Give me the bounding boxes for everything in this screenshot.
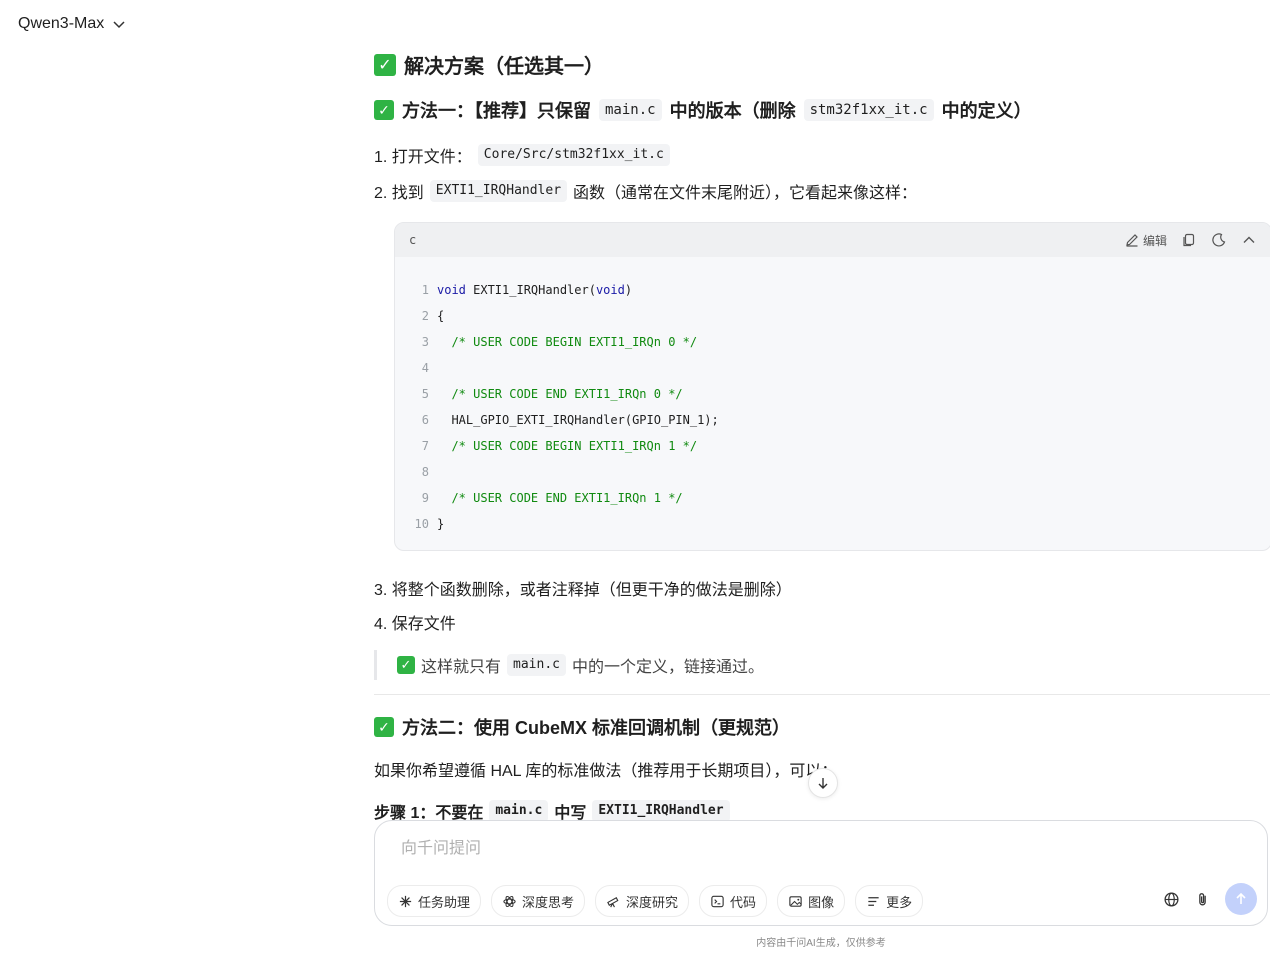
code-line: 3 /* USER CODE BEGIN EXTI1_IRQn 0 */ [421, 335, 698, 349]
check-icon: ✓ [397, 656, 415, 674]
code-line: 9 /* USER CODE END EXTI1_IRQn 1 */ [421, 491, 683, 505]
inline-code: main.c [489, 800, 549, 820]
image-mode-button[interactable]: 图像 [777, 885, 846, 917]
attachment-icon[interactable] [1194, 891, 1211, 908]
solutions-heading: ✓ 解决方案（任选其一） [374, 50, 604, 79]
model-name: Qwen3-Max [18, 15, 105, 32]
method2-heading: ✓ 方法二：使用 CubeMX 标准回调机制（更规范） [374, 714, 790, 740]
input-right-tools [1163, 883, 1257, 915]
step-3: 3. 将整个函数删除，或者注释掉（但更干净的做法是删除） [374, 582, 792, 599]
chat-input-box: 任务助理 深度思考 深度研究 代码 图像 更多 [374, 820, 1268, 926]
inline-code: main.c [507, 654, 566, 676]
code-line: 6 HAL_GPIO_EXTI_IRQHandler(GPIO_PIN_1); [421, 413, 719, 427]
inline-code: EXTI1_IRQHandler [592, 800, 730, 820]
moon-icon [1212, 233, 1226, 247]
check-icon: ✓ [374, 100, 394, 120]
chevron-up-icon [1243, 236, 1255, 243]
inline-code: EXTI1_IRQHandler [429, 180, 568, 202]
pencil-icon [1126, 234, 1138, 247]
chevron-down-icon [113, 21, 125, 29]
sparkle-icon [399, 895, 412, 907]
deep-think-button[interactable]: 深度思考 [491, 885, 586, 917]
telescope-icon [607, 896, 619, 907]
disclaimer-note: 内容由千问AI生成，仅供参考 [756, 938, 886, 949]
divider [374, 694, 1270, 695]
code-block-header: c 编辑 [395, 223, 1270, 257]
code-line: 8 [421, 465, 429, 479]
inline-code: main.c [599, 99, 662, 121]
deep-research-button[interactable]: 深度研究 [595, 885, 690, 917]
message-content: ✓ 解决方案（任选其一） ✓ 方法一：【推荐】只保留 main.c 中的版本（删… [374, 0, 1270, 820]
code-line: 4 [421, 361, 429, 375]
copy-code-button[interactable] [1181, 232, 1197, 248]
code-line: 1 void EXTI1_IRQHandler(void) [421, 283, 633, 297]
scroll-to-bottom-button[interactable] [808, 768, 838, 798]
prompt-input[interactable] [399, 839, 1103, 859]
inline-code: stm32f1xx_it.c [803, 99, 934, 121]
code-body: 1 void EXTI1_IRQHandler(void) 2{ 3 /* USE… [395, 257, 1270, 537]
code-line: 5 /* USER CODE END EXTI1_IRQn 0 */ [421, 387, 683, 401]
arrow-up-icon [1236, 892, 1246, 904]
atom-icon [503, 895, 516, 907]
step-2: 2. 找到 EXTI1_IRQHandler 函数（通常在文件末尾附近），它看起… [374, 179, 917, 203]
input-toolbar: 任务助理 深度思考 深度研究 代码 图像 更多 [387, 885, 924, 917]
menu-icon [868, 896, 879, 906]
inline-code: Core/Src/stm32f1xx_it.c [477, 144, 670, 166]
more-button[interactable]: 更多 [855, 885, 924, 917]
step-1: 1. 打开文件： Core/Src/stm32f1xx_it.c [374, 143, 670, 167]
model-switcher[interactable]: Qwen3-Max [18, 15, 126, 33]
theme-toggle-button[interactable] [1211, 232, 1227, 248]
code-block: c 编辑 1 void EXTI1_IRQHandler(void) 2{3 … [394, 222, 1270, 551]
code-mode-button[interactable]: 代码 [699, 885, 768, 917]
globe-icon[interactable] [1163, 891, 1180, 908]
check-icon: ✓ [374, 53, 396, 76]
blockquote: ✓ 这样就只有 main.c 中的一个定义，链接通过。 [374, 650, 764, 680]
collapse-code-button[interactable] [1241, 232, 1257, 248]
method1-heading: ✓ 方法一：【推荐】只保留 main.c 中的版本（删除 stm32f1xx_i… [374, 97, 1032, 123]
copy-icon [1183, 233, 1195, 247]
method2-intro: 如果你希望遵循 HAL 库的标准做法（推荐用于长期项目），可以： [374, 763, 838, 780]
terminal-icon [711, 895, 724, 907]
edit-code-button[interactable]: 编辑 [1124, 232, 1167, 249]
code-line: 10} [414, 517, 445, 531]
code-line: 7 /* USER CODE BEGIN EXTI1_IRQn 1 */ [421, 439, 698, 453]
step-4: 4. 保存文件 [374, 616, 456, 633]
step-b1-heading: 步骤 1：不要在 main.c 中写 EXTI1_IRQHandler [374, 799, 730, 820]
check-icon: ✓ [374, 717, 394, 737]
code-language: c [409, 233, 417, 247]
task-assistant-button[interactable]: 任务助理 [387, 885, 482, 917]
image-icon [789, 895, 802, 907]
send-button[interactable] [1225, 883, 1257, 915]
code-line: 2{ [421, 309, 445, 323]
arrow-down-icon [818, 778, 828, 789]
